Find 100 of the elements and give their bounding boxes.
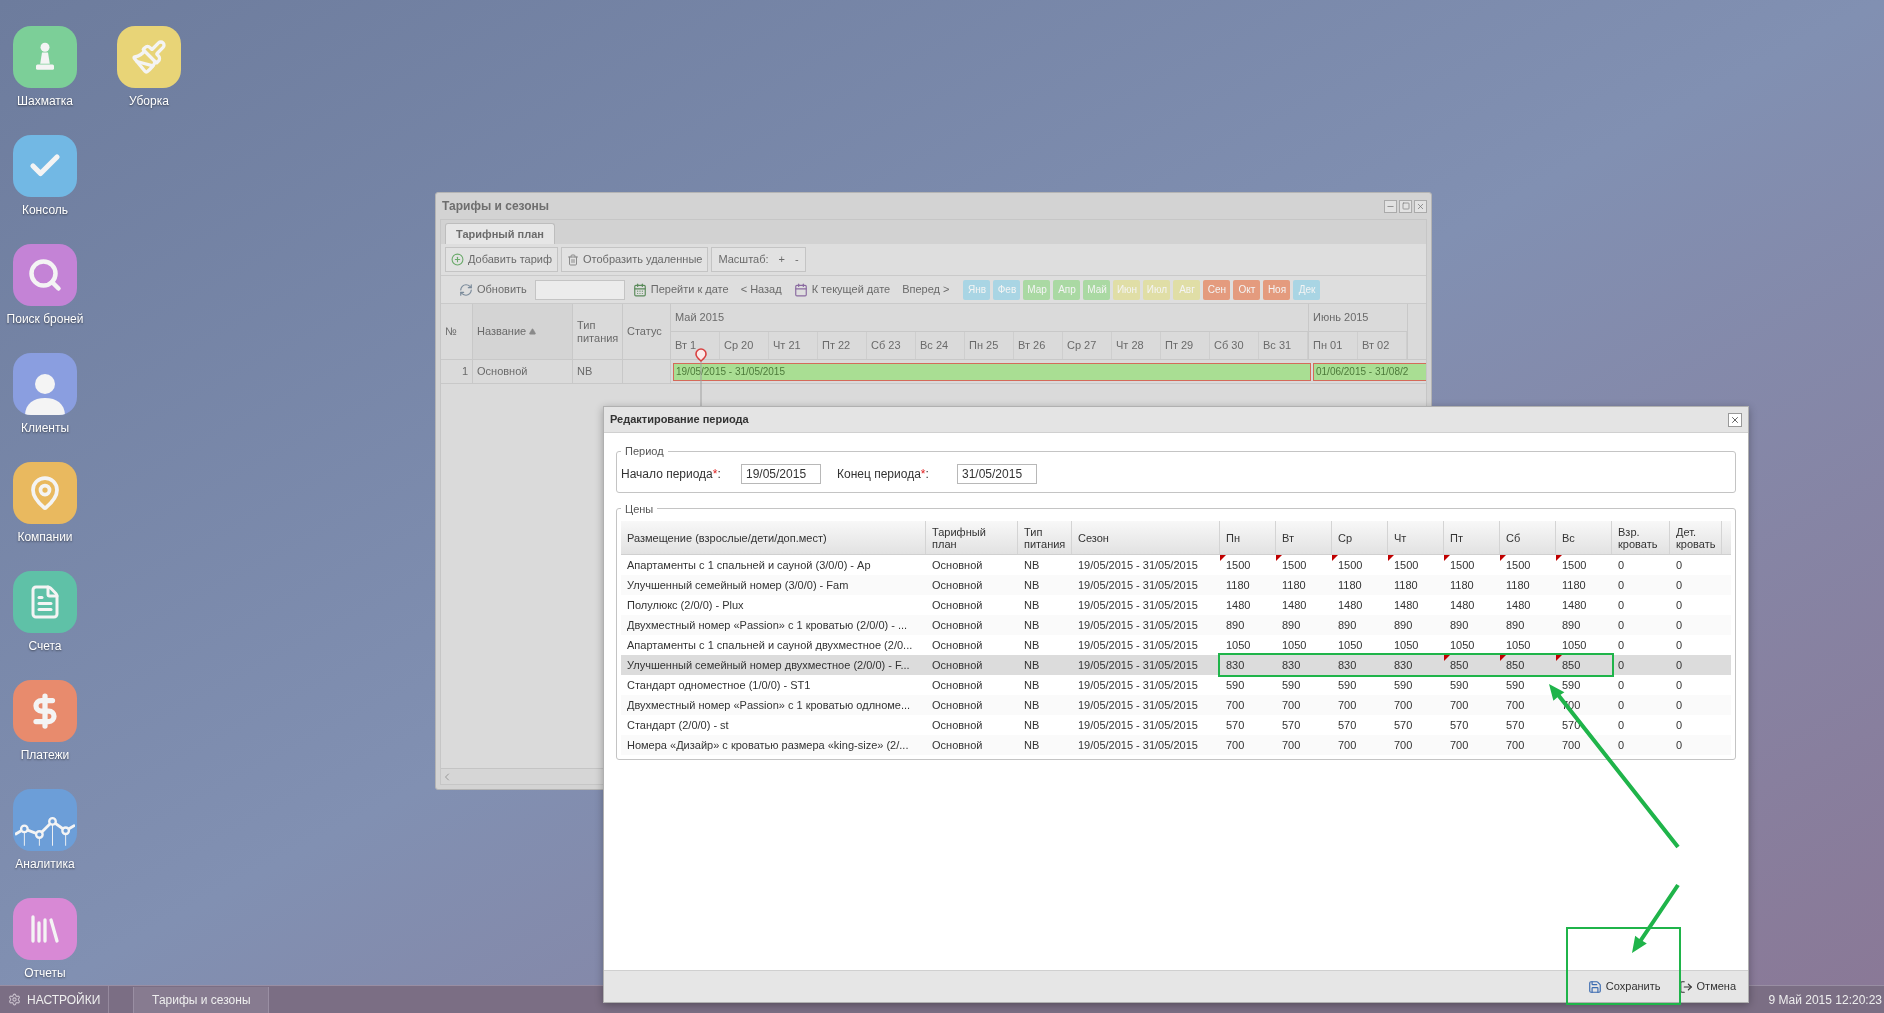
- price-cell[interactable]: 1480: [1276, 595, 1332, 615]
- price-cell[interactable]: 1180: [1220, 575, 1276, 595]
- desktop-shortcut[interactable]: Шахматка: [2, 26, 88, 110]
- price-cell[interactable]: 890: [1444, 615, 1500, 635]
- price-cell[interactable]: 570: [1276, 715, 1332, 735]
- price-cell[interactable]: 830: [1276, 655, 1332, 675]
- close-button[interactable]: [1414, 199, 1427, 213]
- price-cell[interactable]: 1480: [1500, 595, 1556, 615]
- price-cell[interactable]: 830: [1332, 655, 1388, 675]
- settings-button[interactable]: НАСТРОЙКИ: [0, 986, 110, 1013]
- price-cell[interactable]: 1480: [1444, 595, 1500, 615]
- column-header[interactable]: Пн: [1220, 521, 1276, 554]
- table-row[interactable]: Номера «Дизайр» с кроватью размера «king-size» (2/... Основной NB 19/05/2015 - 31/05/2015 700 700 700 700 700 700 700 0 0: [621, 735, 1731, 755]
- price-cell[interactable]: 850: [1556, 655, 1612, 675]
- price-cell[interactable]: 1180: [1444, 575, 1500, 595]
- price-cell[interactable]: 570: [1444, 715, 1500, 735]
- column-header[interactable]: Размещение (взрослые/дети/доп.мест): [621, 521, 926, 554]
- price-cell[interactable]: 700: [1444, 695, 1500, 715]
- price-cell[interactable]: 1050: [1556, 635, 1612, 655]
- price-cell[interactable]: 1500: [1500, 555, 1556, 575]
- table-row[interactable]: Двухместный номер «Passion» с 1 кроватью (2/0/0) - ... Основной NB 19/05/2015 - 31/05/2015 890 890 890 890 890 890 890 0 0: [621, 615, 1731, 635]
- desktop-shortcut[interactable]: Счета: [2, 571, 88, 655]
- price-cell[interactable]: 1050: [1276, 635, 1332, 655]
- price-cell[interactable]: 700: [1388, 735, 1444, 755]
- column-header[interactable]: Тип питания: [1018, 521, 1072, 554]
- price-cell[interactable]: 1180: [1332, 575, 1388, 595]
- desktop-shortcut[interactable]: Компании: [2, 462, 88, 546]
- price-cell[interactable]: 850: [1500, 655, 1556, 675]
- price-cell[interactable]: 700: [1276, 735, 1332, 755]
- price-cell[interactable]: 590: [1332, 675, 1388, 695]
- save-button[interactable]: Сохранить: [1581, 975, 1667, 998]
- search-field[interactable]: [534, 279, 625, 300]
- price-cell[interactable]: 590: [1276, 675, 1332, 695]
- date-field[interactable]: 19/05/2015: [741, 463, 821, 484]
- cancel-button[interactable]: Отмена: [1672, 975, 1742, 998]
- price-cell[interactable]: 890: [1220, 615, 1276, 635]
- price-cell[interactable]: 700: [1276, 695, 1332, 715]
- price-cell[interactable]: 1480: [1388, 595, 1444, 615]
- price-cell[interactable]: 570: [1500, 715, 1556, 735]
- column-header[interactable]: Тарифный план: [926, 521, 1018, 554]
- price-cell[interactable]: 1050: [1220, 635, 1276, 655]
- minimize-button[interactable]: [1384, 199, 1397, 213]
- price-cell[interactable]: 830: [1220, 655, 1276, 675]
- price-cell[interactable]: 1180: [1556, 575, 1612, 595]
- price-cell[interactable]: 850: [1444, 655, 1500, 675]
- price-cell[interactable]: 700: [1220, 735, 1276, 755]
- price-cell[interactable]: 570: [1388, 715, 1444, 735]
- desktop-shortcut[interactable]: Консоль: [2, 135, 88, 219]
- column-header[interactable]: Дет. кровать: [1670, 521, 1722, 554]
- price-cell[interactable]: 1480: [1220, 595, 1276, 615]
- go-to-date-button[interactable]: Перейти к дате: [628, 278, 733, 301]
- price-cell[interactable]: 590: [1556, 675, 1612, 695]
- price-cell[interactable]: 1500: [1276, 555, 1332, 575]
- close-button[interactable]: [1728, 412, 1742, 427]
- price-cell[interactable]: 590: [1500, 675, 1556, 695]
- column-header[interactable]: Вт: [1276, 521, 1332, 554]
- nav-button[interactable]: < Назад: [736, 278, 786, 301]
- price-cell[interactable]: 570: [1220, 715, 1276, 735]
- price-cell[interactable]: 700: [1444, 735, 1500, 755]
- price-cell[interactable]: 1180: [1276, 575, 1332, 595]
- price-cell[interactable]: 830: [1388, 655, 1444, 675]
- add-tariff-button[interactable]: Добавить тариф: [445, 247, 558, 272]
- price-cell[interactable]: 700: [1220, 695, 1276, 715]
- price-cell[interactable]: 700: [1500, 735, 1556, 755]
- price-cell[interactable]: 700: [1556, 735, 1612, 755]
- price-cell[interactable]: 1500: [1556, 555, 1612, 575]
- price-cell[interactable]: 700: [1388, 695, 1444, 715]
- column-header[interactable]: Сезон: [1072, 521, 1220, 554]
- maximize-button[interactable]: [1399, 199, 1412, 213]
- price-cell[interactable]: 1050: [1388, 635, 1444, 655]
- table-row[interactable]: Улучшенный семейный номер (3/0/0) - Fam Основной NB 19/05/2015 - 31/05/2015 1180 1180 1180 1180 1180 1180 1180 0 0: [621, 575, 1731, 595]
- table-row[interactable]: Улучшенный семейный номер двухместное (2/0/0) - F... Основной NB 19/05/2015 - 31/05/2015 830 830 830 830 850 850 850 0 0: [621, 655, 1731, 675]
- today-button[interactable]: К текущей дате: [789, 278, 895, 301]
- column-header[interactable]: Вс: [1556, 521, 1612, 554]
- price-cell[interactable]: 890: [1500, 615, 1556, 635]
- desktop-shortcut[interactable]: Поиск броней: [2, 244, 88, 328]
- price-cell[interactable]: 590: [1388, 675, 1444, 695]
- price-cell[interactable]: 1180: [1388, 575, 1444, 595]
- price-cell[interactable]: 590: [1444, 675, 1500, 695]
- price-cell[interactable]: 890: [1388, 615, 1444, 635]
- price-cell[interactable]: 1050: [1332, 635, 1388, 655]
- show-deleted-button[interactable]: Отобразить удаленные: [561, 247, 709, 272]
- column-header[interactable]: Взр. кровать: [1612, 521, 1670, 554]
- price-cell[interactable]: 1500: [1220, 555, 1276, 575]
- price-cell[interactable]: 890: [1556, 615, 1612, 635]
- price-cell[interactable]: 1500: [1388, 555, 1444, 575]
- price-cell[interactable]: 570: [1332, 715, 1388, 735]
- price-cell[interactable]: 1500: [1444, 555, 1500, 575]
- refresh-button[interactable]: Обновить: [455, 278, 531, 301]
- price-cell[interactable]: 700: [1332, 735, 1388, 755]
- price-cell[interactable]: 890: [1276, 615, 1332, 635]
- column-header[interactable]: Чт: [1388, 521, 1444, 554]
- nav-button[interactable]: Вперед >: [898, 278, 954, 301]
- price-cell[interactable]: 1180: [1500, 575, 1556, 595]
- column-header[interactable]: Пт: [1444, 521, 1500, 554]
- price-cell[interactable]: 1500: [1332, 555, 1388, 575]
- price-cell[interactable]: 590: [1220, 675, 1276, 695]
- price-cell[interactable]: 700: [1332, 695, 1388, 715]
- price-cell[interactable]: 1050: [1500, 635, 1556, 655]
- price-cell[interactable]: 1480: [1332, 595, 1388, 615]
